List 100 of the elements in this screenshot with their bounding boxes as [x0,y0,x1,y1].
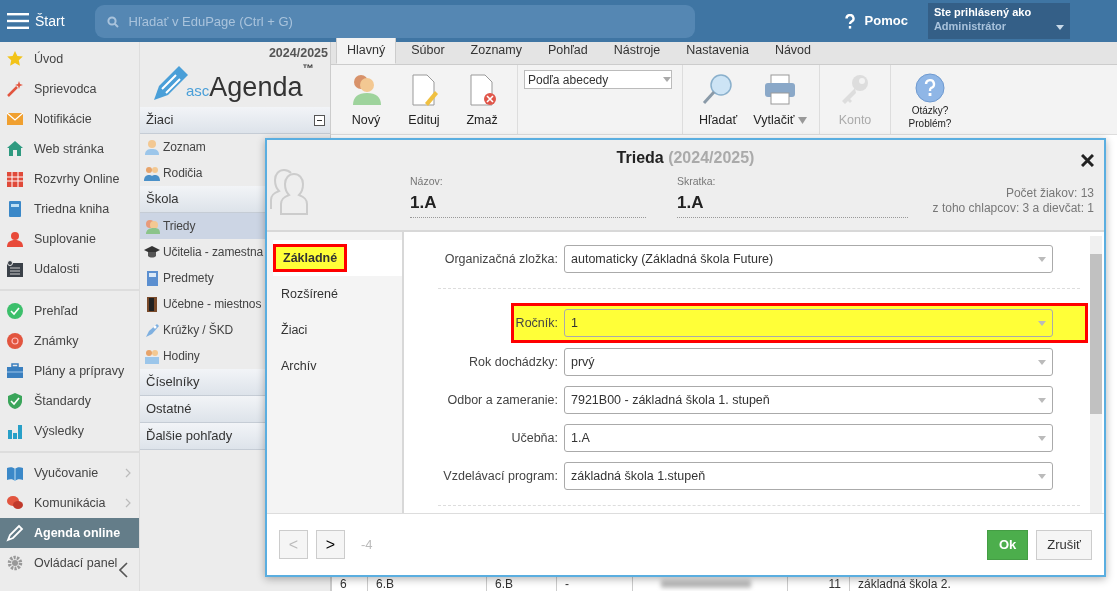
nav-item[interactable]: Plány a prípravy [0,356,139,386]
calendar-grid-icon [6,170,24,188]
list-item[interactable]: Predmety [140,265,265,291]
section-header[interactable]: Číselníky [140,369,265,396]
nav-item[interactable]: Udalosti [0,254,139,284]
house-icon [6,140,24,158]
caret-icon [1038,435,1046,441]
form-label: Vzdelávací program: [442,467,559,485]
scrollbar[interactable] [1090,236,1102,513]
list-item[interactable]: Hodiny [140,343,265,369]
check-circle-icon [6,302,24,320]
magnifier-icon [701,73,735,107]
pencil-icon [6,524,24,542]
list-item[interactable]: Zoznam [140,134,265,160]
collapse-icon[interactable] [119,562,128,578]
form-label: Odbor a zameranie: [446,391,559,409]
nav-item[interactable]: Agenda online [0,518,139,548]
user-menu[interactable]: Ste prihlásený ako Administrátor [927,3,1070,39]
form-label: Ročník: [514,314,559,332]
list-item[interactable]: Krúžky / ŠKD [140,317,265,343]
select-field[interactable]: prvý [564,348,1053,376]
ribbon-tab[interactable]: Hlavný [336,37,397,64]
nav-item[interactable]: Známky [0,326,139,356]
field-value: 1.A [410,191,438,214]
ribbon-tab[interactable]: Súbor [400,37,456,64]
list-item[interactable]: Rodičia [140,160,265,186]
nav-item[interactable]: Úvod [0,44,139,74]
nav-item[interactable]: Štandardy [0,386,139,416]
logo: ascAgenda ™ [152,62,314,102]
nav-item[interactable]: Notifikácie [0,104,139,134]
nav-item[interactable]: Vyučovanie [0,458,139,488]
ribbon-tab[interactable]: Nastavenia [675,37,760,64]
select-field[interactable]: základná škola 1.stupeň [564,462,1053,490]
sort-dropdown[interactable]: Podľa abecedy [524,70,672,89]
list-item[interactable]: Triedy [140,213,265,239]
dialog-tab[interactable]: Archív [281,356,317,376]
people-icon [144,348,160,364]
stat-text: Počet žiakov: 13 [1004,186,1094,201]
select-field[interactable]: 1.A [564,424,1053,452]
select-field[interactable]: 1 [564,309,1053,337]
form-label: Organizačná zložka: [443,250,559,268]
toolbar-button[interactable]: Hľadať [689,65,747,134]
field-label: Skratka: [677,174,717,189]
people-icon [144,218,160,234]
nav-item[interactable]: Triedna kniha [0,194,139,224]
nav-item[interactable]: Výsledky [0,416,139,446]
help-link[interactable]: Pomoc [864,11,908,31]
close-icon [1081,154,1094,168]
search-icon [106,15,119,28]
grade-circle-icon [6,332,24,350]
start-label[interactable]: Štart [35,10,65,32]
dialog-tab[interactable]: Rozšírené [281,284,338,304]
menu-icon[interactable] [6,13,29,29]
section-header[interactable]: Ďalšie pohľady [140,423,265,450]
field-value: 1.A [677,191,705,214]
dialog-tab[interactable]: Základné [273,243,348,273]
magic-wand-icon [6,80,24,98]
nav-item[interactable]: Sprievodca [0,74,139,104]
nav-item[interactable]: Prehľad [0,296,139,326]
toolbar-button[interactable]: Edituj [395,65,453,134]
caret-icon [1038,359,1046,365]
question-icon [915,73,945,103]
envelope-icon [6,110,24,128]
dialog-title: Trieda (2024/2025) [616,148,755,168]
section-header[interactable]: Žiaci [140,107,330,134]
collapse-icon[interactable] [314,114,325,126]
select-field[interactable]: automaticky (Základná škola Future) [564,245,1053,273]
toolbar-button[interactable]: Vytlačiť [747,65,813,134]
toolbar-button[interactable]: Zmaž [453,65,511,134]
nav-item[interactable]: Rozvrhy Online [0,164,139,194]
ribbon-tab[interactable]: Zoznamy [459,37,533,64]
nav-item[interactable]: Komunikácia [0,488,139,518]
caret-icon [663,77,671,82]
select-field[interactable]: 7921B00 - základná škola 1. stupeň [564,386,1053,414]
help-icon[interactable] [844,13,855,29]
form-label: Učebňa: [510,429,559,447]
book-icon [144,270,160,286]
person-icon [144,139,160,155]
help-button[interactable]: Otázky? Problém? [897,65,963,134]
ribbon-tab[interactable]: Pohľad [537,37,599,64]
caret-icon [1038,320,1046,326]
next-button[interactable]: > [316,530,345,559]
year-label: 2024/2025 [268,45,328,62]
list-item[interactable]: Učebne - miestnos [140,291,265,317]
gear-icon [6,554,24,572]
nav-item[interactable]: Ovládací panel [0,548,139,578]
list-item[interactable]: Učitelia - zamestna [140,239,265,265]
people-icon [144,165,160,181]
section-header[interactable]: Ostatné [140,396,265,423]
search-field[interactable]: Hľadať v EduPage (Ctrl + G) [94,4,695,38]
caret-icon [1038,256,1046,262]
ribbon-tab[interactable]: Návod [763,37,822,64]
chat-icon [6,494,24,512]
nav-item[interactable]: Suplovanie [0,224,139,254]
cancel-button[interactable]: Zrušiť [1036,529,1092,560]
nav-item[interactable]: Web stránka [0,134,139,164]
dialog-tab[interactable]: Žiaci [281,320,308,340]
toolbar-button[interactable]: Nový [337,65,395,134]
section-header[interactable]: Škola [140,186,265,213]
ribbon-tab[interactable]: Nástroje [602,37,672,64]
